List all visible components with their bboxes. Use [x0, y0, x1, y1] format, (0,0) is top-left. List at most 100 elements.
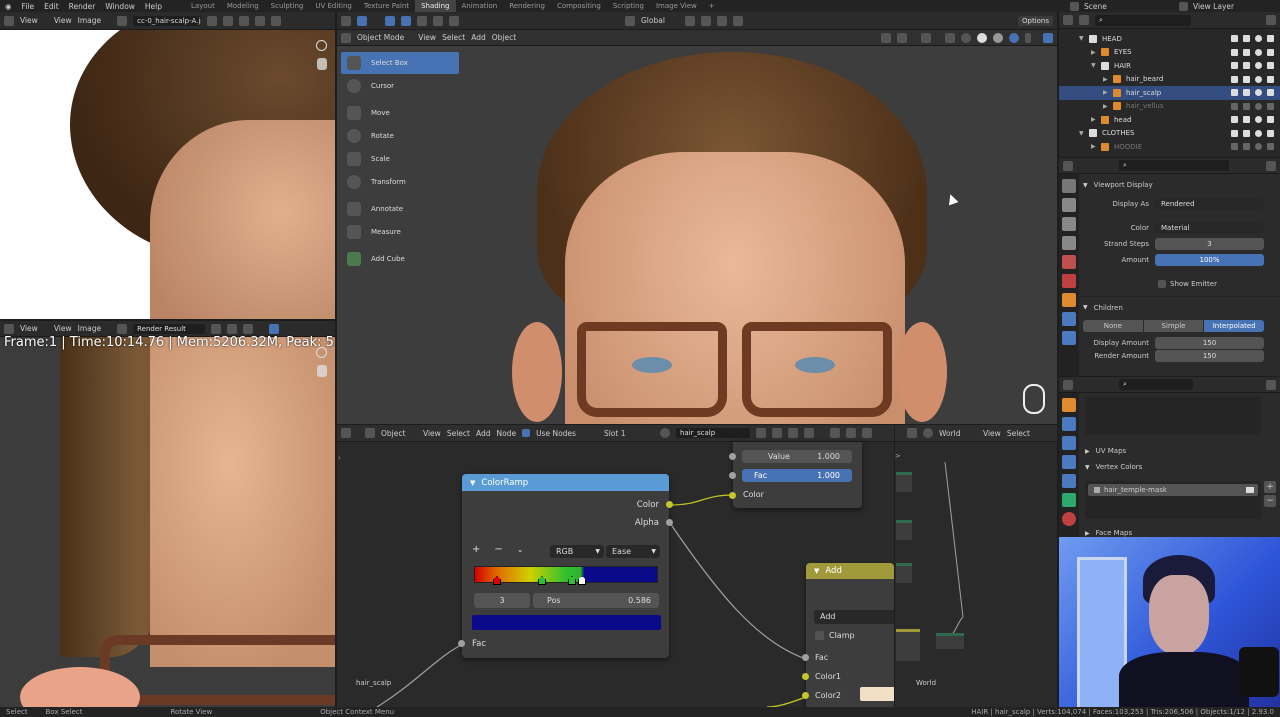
- editor-type-icon[interactable]: [4, 323, 14, 334]
- view-layer-tab-icon[interactable]: [1062, 236, 1076, 250]
- editor-type-icon[interactable]: [341, 428, 351, 438]
- menu-view[interactable]: View: [418, 33, 436, 42]
- editor-type-icon[interactable]: [907, 428, 917, 438]
- pause-render-icon[interactable]: [1043, 32, 1053, 43]
- outliner-row[interactable]: ▶ HOODIE: [1059, 140, 1280, 154]
- pin-icon[interactable]: [271, 15, 282, 26]
- close-icon[interactable]: [243, 323, 254, 334]
- editor-type-icon[interactable]: [1063, 379, 1073, 390]
- physics-tab-icon[interactable]: [1062, 455, 1076, 469]
- image-browse-icon[interactable]: [117, 323, 128, 334]
- select-arrow-icon[interactable]: [1243, 143, 1250, 151]
- tab-layout[interactable]: Layout: [185, 0, 221, 12]
- select-arrow-icon[interactable]: [1243, 102, 1250, 110]
- select-mode-4-icon[interactable]: [433, 15, 443, 26]
- shading-solid-icon[interactable]: [977, 32, 987, 43]
- alpha-output-socket[interactable]: [666, 519, 673, 526]
- menu-help[interactable]: Help: [140, 2, 167, 11]
- zoom-icon[interactable]: [316, 347, 327, 358]
- expand-arrow-icon[interactable]: ▶: [1091, 116, 1101, 123]
- exclude-checkbox-icon[interactable]: [1231, 102, 1238, 110]
- object-tab-icon[interactable]: [1062, 293, 1076, 307]
- color-dropdown[interactable]: Material: [1155, 222, 1264, 234]
- material-tab-icon[interactable]: [1062, 512, 1076, 526]
- menu-object[interactable]: Object: [492, 33, 516, 42]
- show-emitter-checkbox[interactable]: [1158, 280, 1166, 288]
- vertex-colors-panel-header[interactable]: ▼ Vertex Colors: [1085, 463, 1142, 471]
- colorramp-header[interactable]: ▼ ColorRamp: [462, 474, 669, 491]
- camera-icon[interactable]: [1267, 102, 1274, 110]
- eye-icon[interactable]: [1255, 102, 1262, 110]
- expand-arrow-icon[interactable]: ▼: [1091, 62, 1101, 69]
- snap-icon[interactable]: [700, 15, 711, 26]
- outliner-row[interactable]: ▶ hair_beard: [1059, 73, 1280, 87]
- fake-user-icon[interactable]: [211, 323, 222, 334]
- particles-tab-icon[interactable]: [1062, 436, 1076, 450]
- shading-wire-icon[interactable]: [961, 32, 971, 43]
- select-arrow-icon[interactable]: [1243, 62, 1250, 70]
- fac-field[interactable]: Fac 1.000: [742, 469, 852, 482]
- parent-node-tree-icon[interactable]: [829, 428, 840, 438]
- tool-transform[interactable]: Transform: [341, 171, 459, 193]
- constraints-tab-icon[interactable]: [1062, 474, 1076, 488]
- collapse-icon[interactable]: [1266, 379, 1276, 390]
- strand-steps-field[interactable]: 3: [1155, 238, 1264, 250]
- color-socket[interactable]: [729, 492, 736, 499]
- menu-add[interactable]: Add: [476, 429, 491, 438]
- exclude-checkbox-icon[interactable]: [1231, 35, 1238, 43]
- scene-tab-icon[interactable]: [1062, 255, 1076, 269]
- remove-vertex-color-button[interactable]: −: [1264, 495, 1276, 507]
- outliner-row[interactable]: ▶ head: [1059, 113, 1280, 127]
- vertex-color-item[interactable]: hair_temple-mask: [1088, 484, 1258, 496]
- menu-select[interactable]: Select: [1007, 429, 1030, 438]
- pin-icon[interactable]: [803, 428, 814, 438]
- tab-shading[interactable]: Shading: [415, 0, 456, 12]
- collapse-icon[interactable]: ▼: [814, 567, 819, 575]
- face-maps-panel-header[interactable]: ▶ Face Maps: [1085, 529, 1132, 537]
- menu-image[interactable]: Image: [78, 16, 102, 25]
- overlay-icon[interactable]: [921, 32, 931, 43]
- camera-icon[interactable]: [1267, 75, 1274, 83]
- new-image-icon[interactable]: [223, 15, 234, 26]
- object-mode-dropdown[interactable]: Object Mode: [357, 33, 404, 42]
- select-mode-2-icon[interactable]: [401, 15, 411, 26]
- menu-window[interactable]: Window: [100, 2, 140, 11]
- display-as-dropdown[interactable]: Rendered: [1155, 198, 1264, 210]
- blend-mode-dropdown[interactable]: Add: [814, 610, 894, 624]
- select-arrow-icon[interactable]: [1243, 35, 1250, 43]
- mini-node-3[interactable]: [896, 563, 912, 583]
- remove-stop-button[interactable]: −: [494, 544, 502, 555]
- value-socket[interactable]: [729, 453, 736, 460]
- mini-node-1[interactable]: [896, 472, 912, 492]
- tool-scale[interactable]: Scale: [341, 148, 459, 170]
- menu-view-1[interactable]: View: [20, 324, 38, 333]
- shading-material-icon[interactable]: [993, 32, 1003, 43]
- slot-dropdown[interactable]: Slot 1: [604, 429, 654, 438]
- menu-render[interactable]: Render: [64, 2, 101, 11]
- camera-icon[interactable]: [1267, 116, 1274, 124]
- image-name-field[interactable]: cc-0_hair-scalp-A.jpg: [133, 15, 202, 26]
- object-tab-icon[interactable]: [1062, 398, 1076, 412]
- tool-measure[interactable]: Measure: [341, 221, 459, 243]
- add-vertex-color-button[interactable]: +: [1264, 481, 1276, 493]
- shader-node-editor[interactable]: Object View Select Add Node Use Nodes Sl…: [337, 425, 894, 707]
- render-amount-field[interactable]: 150: [1155, 350, 1264, 362]
- sidebar-toggle-arrow-icon[interactable]: ›: [338, 454, 341, 462]
- material-browse-icon[interactable]: [659, 428, 670, 438]
- tab-uv-editing[interactable]: UV Editing: [309, 0, 358, 12]
- outliner-search-input[interactable]: ⌕: [1095, 14, 1191, 26]
- 3d-viewport[interactable]: Global Options Object Mode View Select A…: [337, 12, 1057, 424]
- outliner-row[interactable]: ▶ EYES: [1059, 46, 1280, 60]
- render-result-field[interactable]: Render Result: [133, 323, 206, 334]
- exclude-checkbox-icon[interactable]: [1231, 75, 1238, 83]
- slot-icon[interactable]: [227, 323, 238, 334]
- exclude-checkbox-icon[interactable]: [1231, 129, 1238, 137]
- tool-cursor[interactable]: Cursor: [341, 75, 459, 97]
- fac-input-socket[interactable]: [458, 640, 465, 647]
- select-arrow-icon[interactable]: [1243, 129, 1250, 137]
- overlay-icon[interactable]: [861, 428, 872, 438]
- menu-select[interactable]: Select: [447, 429, 470, 438]
- close-icon[interactable]: [255, 15, 266, 26]
- data-search-input[interactable]: ⌕: [1119, 379, 1193, 390]
- xray-icon[interactable]: [945, 32, 955, 43]
